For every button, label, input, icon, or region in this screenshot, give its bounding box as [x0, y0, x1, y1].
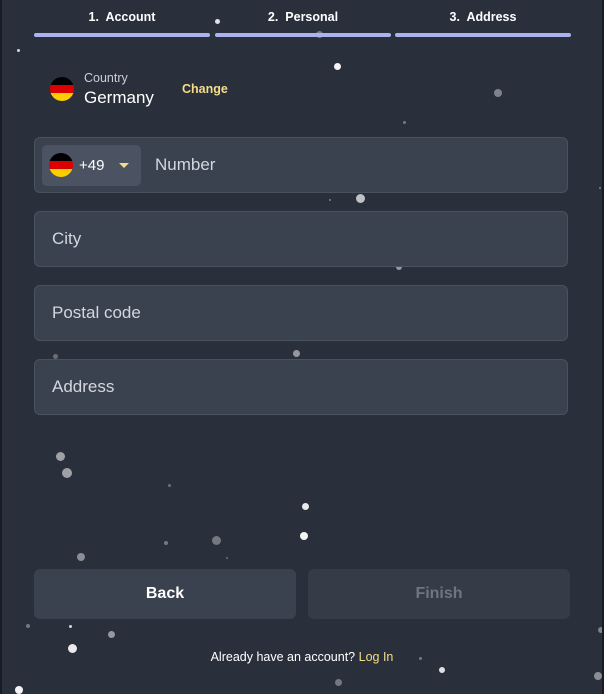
address-field [34, 359, 568, 415]
postal-code-input[interactable] [50, 286, 552, 340]
step-address: 3. Address [395, 0, 571, 40]
particle [599, 187, 601, 189]
step-number: 2. [267, 10, 279, 24]
particle [356, 194, 365, 203]
particle [56, 452, 65, 461]
germany-flag-icon [49, 153, 73, 177]
particle [403, 121, 406, 124]
step-label: 3. Address [395, 10, 571, 24]
particle [164, 541, 168, 545]
step-label: 2. Personal [215, 10, 391, 24]
particle [62, 468, 72, 478]
particle [329, 199, 331, 201]
city-input[interactable] [50, 212, 552, 266]
finish-button[interactable]: Finish [308, 569, 570, 619]
particle [594, 672, 602, 680]
postal-code-field [34, 285, 568, 341]
city-field [34, 211, 568, 267]
phone-field: +49 [34, 137, 568, 193]
particle [15, 686, 23, 694]
step-label: 1. Account [34, 10, 210, 24]
particle [168, 484, 171, 487]
particle [212, 536, 221, 545]
step-progress-bar [395, 33, 571, 37]
country-caption: Country [84, 71, 128, 85]
step-title: Account [105, 10, 156, 24]
country-selection: Country Germany Change [49, 68, 289, 112]
step-progress-bar [34, 33, 210, 37]
step-personal: 2. Personal [215, 0, 391, 40]
particle [334, 63, 341, 70]
step-number: 3. [449, 10, 460, 24]
particle [494, 89, 502, 97]
chevron-down-icon [119, 163, 129, 168]
address-input[interactable] [50, 360, 552, 414]
signup-panel: 1. Account 2. Personal 3. Address Countr… [2, 0, 602, 694]
particle [598, 627, 602, 633]
step-progress-bar [215, 33, 391, 37]
login-link[interactable]: Log In [359, 650, 394, 664]
change-country-link[interactable]: Change [182, 82, 228, 96]
login-prompt: Already have an account? Log In [2, 650, 602, 664]
particle [300, 532, 308, 540]
phone-number-input[interactable] [153, 138, 552, 192]
particle [69, 625, 72, 628]
country-name: Germany [84, 88, 154, 107]
step-number: 1. [88, 10, 99, 24]
login-prompt-text: Already have an account? [210, 650, 356, 664]
particle [293, 350, 300, 357]
particle [17, 49, 20, 52]
germany-flag-icon [50, 77, 74, 101]
step-title: Personal [285, 10, 339, 24]
dial-code-select[interactable]: +49 [42, 145, 141, 186]
particle [26, 624, 30, 628]
back-button[interactable]: Back [34, 569, 296, 619]
particle [108, 631, 115, 638]
dial-code: +49 [79, 157, 105, 174]
particle [77, 553, 85, 561]
step-account: 1. Account [34, 0, 210, 40]
particle [302, 503, 309, 510]
particle [226, 557, 228, 559]
progress-steps: 1. Account 2. Personal 3. Address [34, 0, 571, 40]
particle [335, 679, 342, 686]
particle [439, 667, 445, 673]
step-title: Address [466, 10, 517, 24]
